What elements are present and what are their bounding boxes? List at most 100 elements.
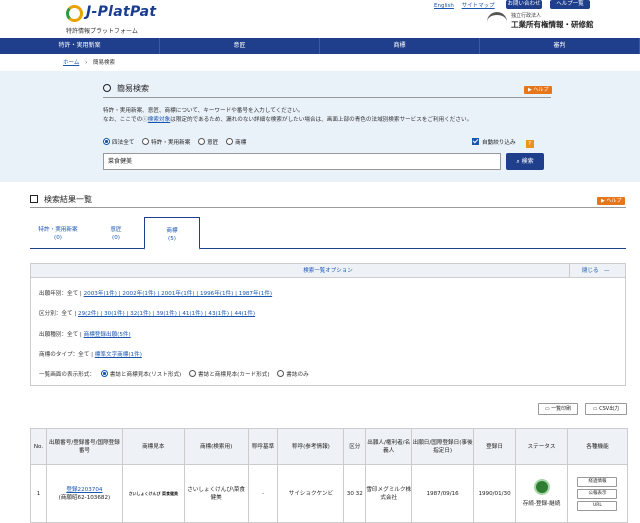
- search-desc-line1: 特許・実用新案、意匠、商標について、キーワードや番号を入力してください。: [103, 108, 304, 114]
- cell-sample: さいしょくけんび 菜食健美: [121, 464, 185, 523]
- breadcrumb-sep: ›: [85, 60, 88, 66]
- radio-icon: [277, 370, 285, 377]
- gazette-button[interactable]: 公報表示: [577, 488, 618, 499]
- scope-patent[interactable]: 特許・実用新案: [142, 138, 190, 146]
- search-title-text: 簡易検索: [117, 84, 149, 93]
- cell-functions: 経過情報 公報表示 URL: [566, 464, 629, 523]
- sitemap-link[interactable]: サイトマップ: [462, 3, 495, 9]
- auto-filter[interactable]: 自動絞り込み?: [472, 138, 534, 148]
- col-functions: 各種機能: [566, 428, 629, 465]
- url-button[interactable]: URL: [577, 500, 618, 511]
- scope-design-label: 意匠: [207, 140, 219, 146]
- search-desc-line2: なお、ここでのⓘ検索対象は限定的であるため、漏れのない詳細な検索がしたい場合は、…: [103, 116, 472, 125]
- search-description: 特許・実用新案、意匠、商標について、キーワードや番号を入力してください。 なお、…: [103, 107, 472, 125]
- english-link[interactable]: English: [434, 3, 454, 9]
- nav-patent[interactable]: 特許・実用新案: [0, 38, 160, 54]
- print-list-button[interactable]: ▭ 一覧印刷: [538, 403, 578, 415]
- search-target-link[interactable]: 検索対象: [148, 117, 170, 123]
- question-icon[interactable]: ?: [525, 140, 534, 148]
- results-help-button[interactable]: ▶ ヘルプ: [597, 197, 626, 205]
- col-kijun[interactable]: 称呼基準: [247, 428, 279, 465]
- col-status[interactable]: ステータス: [515, 428, 568, 465]
- scope-all-label: 四法全て: [112, 140, 135, 146]
- col-applicant: 出願人/権利者/名義人: [365, 428, 413, 465]
- results-divider: [30, 207, 626, 208]
- search-input[interactable]: 菜食健美: [103, 153, 501, 170]
- col-no: No.: [30, 428, 47, 465]
- contact-button[interactable]: お問い合わせ: [506, 0, 542, 9]
- app-number: (商願昭62-103682): [58, 494, 111, 501]
- tab-patent[interactable]: 特許・実用新案 (0): [30, 217, 86, 249]
- filter-year-label: 出願年別：全て |: [39, 291, 84, 297]
- inpit-name: 工業所有権情報・研修館: [511, 20, 594, 29]
- csv-label: CSV出力: [599, 406, 620, 412]
- filter-app-type-links[interactable]: 商標登録出願(5件): [84, 332, 131, 338]
- scope-all[interactable]: 四法全て: [103, 138, 135, 146]
- checkbox-icon[interactable]: [472, 138, 479, 145]
- radio-icon: [142, 138, 150, 145]
- options-header[interactable]: 検索一覧オプション: [31, 264, 625, 278]
- help-list-button[interactable]: ヘルプ一覧: [550, 0, 590, 9]
- filter-tm-type: 商標のタイプ：全て | 標準文字商標(1件): [39, 350, 142, 358]
- display-biblio-label: 書誌のみ: [286, 372, 309, 378]
- filter-tm-type-links[interactable]: 標準文字商標(1件): [95, 352, 142, 358]
- breadcrumb-home[interactable]: ホーム: [63, 60, 79, 66]
- reg-number-link[interactable]: 登録2203704: [66, 487, 102, 493]
- scope-design[interactable]: 意匠: [198, 138, 219, 146]
- cell-status: 存続-登録-継続: [515, 464, 568, 523]
- display-list-label: 書誌と商標見本(リスト形式): [109, 372, 182, 378]
- col-number[interactable]: 出願番号/登録番号/国際登録番号: [45, 428, 123, 465]
- scope-trademark[interactable]: 商標: [226, 138, 247, 146]
- filter-tm-type-label: 商標のタイプ：全て |: [39, 352, 95, 358]
- radio-icon: [189, 370, 197, 377]
- search-button[interactable]: ⌕ 検索: [506, 153, 544, 170]
- tab-trademark-label: 商標: [166, 228, 178, 234]
- cell-reg-date: 1990/01/30: [473, 464, 517, 523]
- display-biblio[interactable]: 書誌のみ: [277, 370, 309, 378]
- results-table: No. 出願番号/登録番号/国際登録番号 商標見本 商標(検索用) 称呼基準 称…: [30, 428, 629, 523]
- logo-title: J-PlatPat: [86, 4, 157, 20]
- display-card[interactable]: 書誌と商標見本(カード形式): [189, 370, 270, 378]
- logo-mark-icon: [66, 5, 83, 22]
- cell-number: 登録2203704 (商願昭62-103682): [45, 464, 123, 523]
- history-button[interactable]: 経過情報: [577, 476, 618, 487]
- options-close-button[interactable]: 閉じる —: [569, 264, 625, 278]
- scope-trademark-label: 商標: [235, 140, 247, 146]
- display-format: 一覧画面の表示形式： 書誌と商標見本(リスト形式) 書誌と商標見本(カード形式)…: [39, 370, 309, 378]
- main-nav: 特許・実用新案 意匠 商標 審判: [0, 38, 640, 54]
- top-links: English サイトマップ: [434, 1, 501, 9]
- status-icon: [533, 479, 550, 495]
- display-list[interactable]: 書誌と商標見本(リスト形式): [100, 370, 182, 378]
- col-sample: 商標見本: [121, 428, 185, 465]
- nav-trial[interactable]: 審判: [480, 38, 640, 54]
- col-app-date[interactable]: 出願日/国際登録日(事後指定日): [411, 428, 475, 465]
- filter-app-type: 出願種別：全て | 商標登録出願(5件): [39, 330, 131, 338]
- cell-applicant: 雪印メグミルク株式会社: [365, 464, 413, 523]
- cell-kubun: 30 32: [343, 464, 367, 523]
- filter-year-links[interactable]: 2003年(1件) | 2002年(1件) | 2001年(1件) | 1996…: [84, 291, 273, 297]
- radio-icon: [198, 138, 206, 145]
- search-title: 簡易検索: [103, 83, 149, 94]
- auto-filter-label: 自動絞り込み: [482, 140, 516, 146]
- breadcrumb-current: 簡易検索: [93, 60, 116, 66]
- results-title: 検索結果一覧: [30, 194, 92, 205]
- trademark-sample: さいしょくけんび 菜食健美: [128, 490, 178, 496]
- col-shoko: 称呼(参考情報): [277, 428, 345, 465]
- filter-class-links[interactable]: 29(2件) | 30(1件) | 32(1件) | 39(1件) | 41(1…: [78, 311, 255, 317]
- col-reg-date[interactable]: 登録日: [473, 428, 517, 465]
- site-header: J-PlatPat 特許情報プラットフォーム English サイトマップ お問…: [0, 0, 640, 38]
- csv-export-button[interactable]: ▭ CSV出力: [585, 403, 627, 415]
- tab-design[interactable]: 意匠 (0): [88, 217, 144, 249]
- search-help-button[interactable]: ▶ ヘルプ: [524, 86, 553, 94]
- search-scope-options: 四法全て 特許・実用新案 意匠 商標: [103, 138, 252, 146]
- nav-trademark[interactable]: 商標: [320, 38, 480, 54]
- breadcrumb: ホーム › 簡易検索: [63, 58, 115, 66]
- tab-patent-count: (0): [54, 235, 62, 241]
- nav-design[interactable]: 意匠: [160, 38, 320, 54]
- radio-icon: [226, 138, 234, 145]
- filter-app-type-label: 出願種別：全て |: [39, 332, 84, 338]
- tab-trademark[interactable]: 商標 (5): [144, 217, 200, 250]
- tab-trademark-count: (5): [168, 236, 176, 242]
- display-card-label: 書誌と商標見本(カード形式): [198, 372, 270, 378]
- magnifier-icon: [103, 84, 111, 92]
